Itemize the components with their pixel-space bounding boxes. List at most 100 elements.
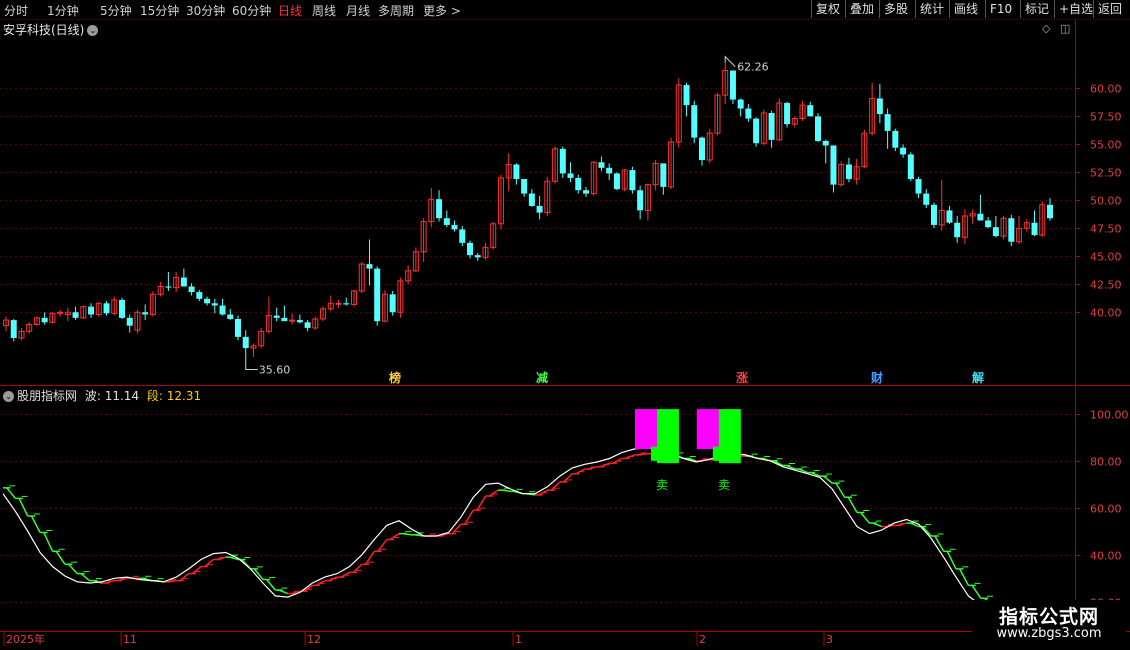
candle-body — [946, 210, 953, 223]
candle-body — [436, 199, 443, 219]
candle-body — [1008, 218, 1015, 242]
candle-body — [985, 220, 992, 228]
candle-body — [907, 154, 914, 180]
x-tick-label: 2 — [699, 633, 706, 646]
segment-link — [389, 533, 400, 541]
segment-link — [30, 515, 41, 533]
segment-link — [563, 473, 573, 483]
event-marker-zhang[interactable]: 涨 — [736, 369, 748, 386]
event-marker-jie[interactable]: 解 — [972, 369, 984, 386]
candle-body — [521, 179, 528, 194]
y-tick-label: 57.50 — [1090, 111, 1122, 124]
segment-link — [971, 584, 982, 599]
wave-line — [2, 447, 1056, 624]
panel-toggle-icon[interactable]: ◫ — [1060, 22, 1070, 35]
x-tick-label: 11 — [123, 633, 137, 646]
low-pointer — [245, 361, 258, 370]
segment-link — [637, 453, 647, 456]
candle-body — [304, 322, 311, 328]
segment-link — [278, 589, 288, 595]
candle-body — [196, 292, 203, 299]
segment-link — [488, 489, 499, 497]
candle-body — [536, 205, 543, 213]
candle-body — [513, 164, 520, 180]
diamond-icon[interactable]: ◇ — [1042, 22, 1050, 35]
segment-link — [352, 563, 363, 573]
candle-body — [575, 177, 582, 191]
candle-body — [343, 303, 350, 305]
main-chart-title: 安孚科技(日线) ⌄ — [3, 21, 99, 38]
y-tick-label: 40.00 — [1090, 550, 1122, 563]
candle-body — [822, 140, 829, 146]
candle-body — [745, 108, 752, 119]
candle-body — [242, 336, 249, 349]
segment-link — [68, 563, 78, 575]
segment-link — [18, 498, 29, 517]
segment-link — [959, 568, 970, 586]
segment-link — [847, 496, 858, 513]
candle-body — [88, 306, 95, 315]
candle-body — [180, 277, 187, 287]
sell-signal-label: 卖 — [718, 478, 730, 492]
chevron-down-icon[interactable]: ⌄ — [87, 25, 99, 36]
sell-block-base — [650, 446, 665, 461]
segment-link — [167, 579, 177, 583]
candle-body — [211, 303, 218, 306]
segment-link — [835, 482, 846, 498]
candle-body — [613, 173, 620, 190]
candle-body — [992, 227, 999, 237]
y-tick-label: 60.00 — [1090, 83, 1122, 96]
candle-body — [188, 286, 195, 293]
candle-body — [366, 264, 373, 269]
segment-link — [80, 573, 91, 582]
event-marker-bang[interactable]: 榜 — [389, 369, 401, 386]
event-marker-jian[interactable]: 减 — [536, 369, 548, 386]
x-tick-label: 12 — [307, 633, 321, 646]
segment-link — [872, 522, 883, 528]
candle-body — [923, 193, 930, 205]
high-pointer — [724, 55, 736, 67]
candle-body — [691, 105, 698, 138]
candle-body — [374, 268, 381, 322]
candle-body — [227, 314, 234, 319]
y-tick-label: 42.50 — [1090, 279, 1122, 292]
y-tick-label: 55.00 — [1090, 139, 1122, 152]
candle-body — [1047, 204, 1053, 219]
candle-body — [683, 85, 690, 106]
segment-link — [179, 573, 190, 582]
candle-body — [335, 302, 342, 305]
candle-body — [729, 70, 736, 100]
candle-body — [467, 242, 473, 256]
y-tick-label: 50.00 — [1090, 195, 1122, 208]
candle-body — [892, 130, 899, 148]
candle-body — [219, 305, 226, 315]
segment-link — [6, 487, 16, 499]
y-tick-label: 80.00 — [1090, 456, 1122, 469]
candle-body — [637, 190, 644, 211]
event-marker-cai[interactable]: 财 — [871, 369, 883, 386]
sub-chart-title: ⌄ 股朋指标网 波: 11.14 段: 12.31 — [3, 387, 201, 404]
candle-body — [784, 102, 791, 125]
candle-body — [915, 179, 922, 194]
candle-body — [753, 118, 760, 144]
candle-body — [528, 193, 535, 206]
y-tick-label: 45.00 — [1090, 251, 1122, 264]
candle-body — [389, 294, 396, 313]
wave-value: 11.14 — [104, 389, 140, 403]
candle-body — [845, 164, 852, 180]
indicator-name: 股朋指标网 — [17, 389, 78, 403]
segment-link — [402, 532, 412, 536]
candle-body — [876, 98, 883, 115]
watermark-title: 指标公式网 — [998, 606, 1099, 628]
seg-value: 12.31 — [166, 389, 202, 403]
segment-link — [204, 558, 214, 568]
sell-block-magenta — [696, 409, 721, 450]
chart-canvas[interactable]: 62.26 35.60 卖 卖 40.00 42.50 45.00 47.50 50.00 5… — [0, 0, 1130, 650]
chevron-down-icon[interactable]: ⌄ — [3, 391, 14, 402]
sell-block-base — [712, 446, 727, 461]
candle-body — [807, 105, 814, 117]
segment-link — [934, 535, 945, 552]
candle-body — [41, 317, 48, 323]
x-tick-label: 1 — [515, 633, 522, 646]
y-tick-label: 47.50 — [1090, 223, 1122, 236]
